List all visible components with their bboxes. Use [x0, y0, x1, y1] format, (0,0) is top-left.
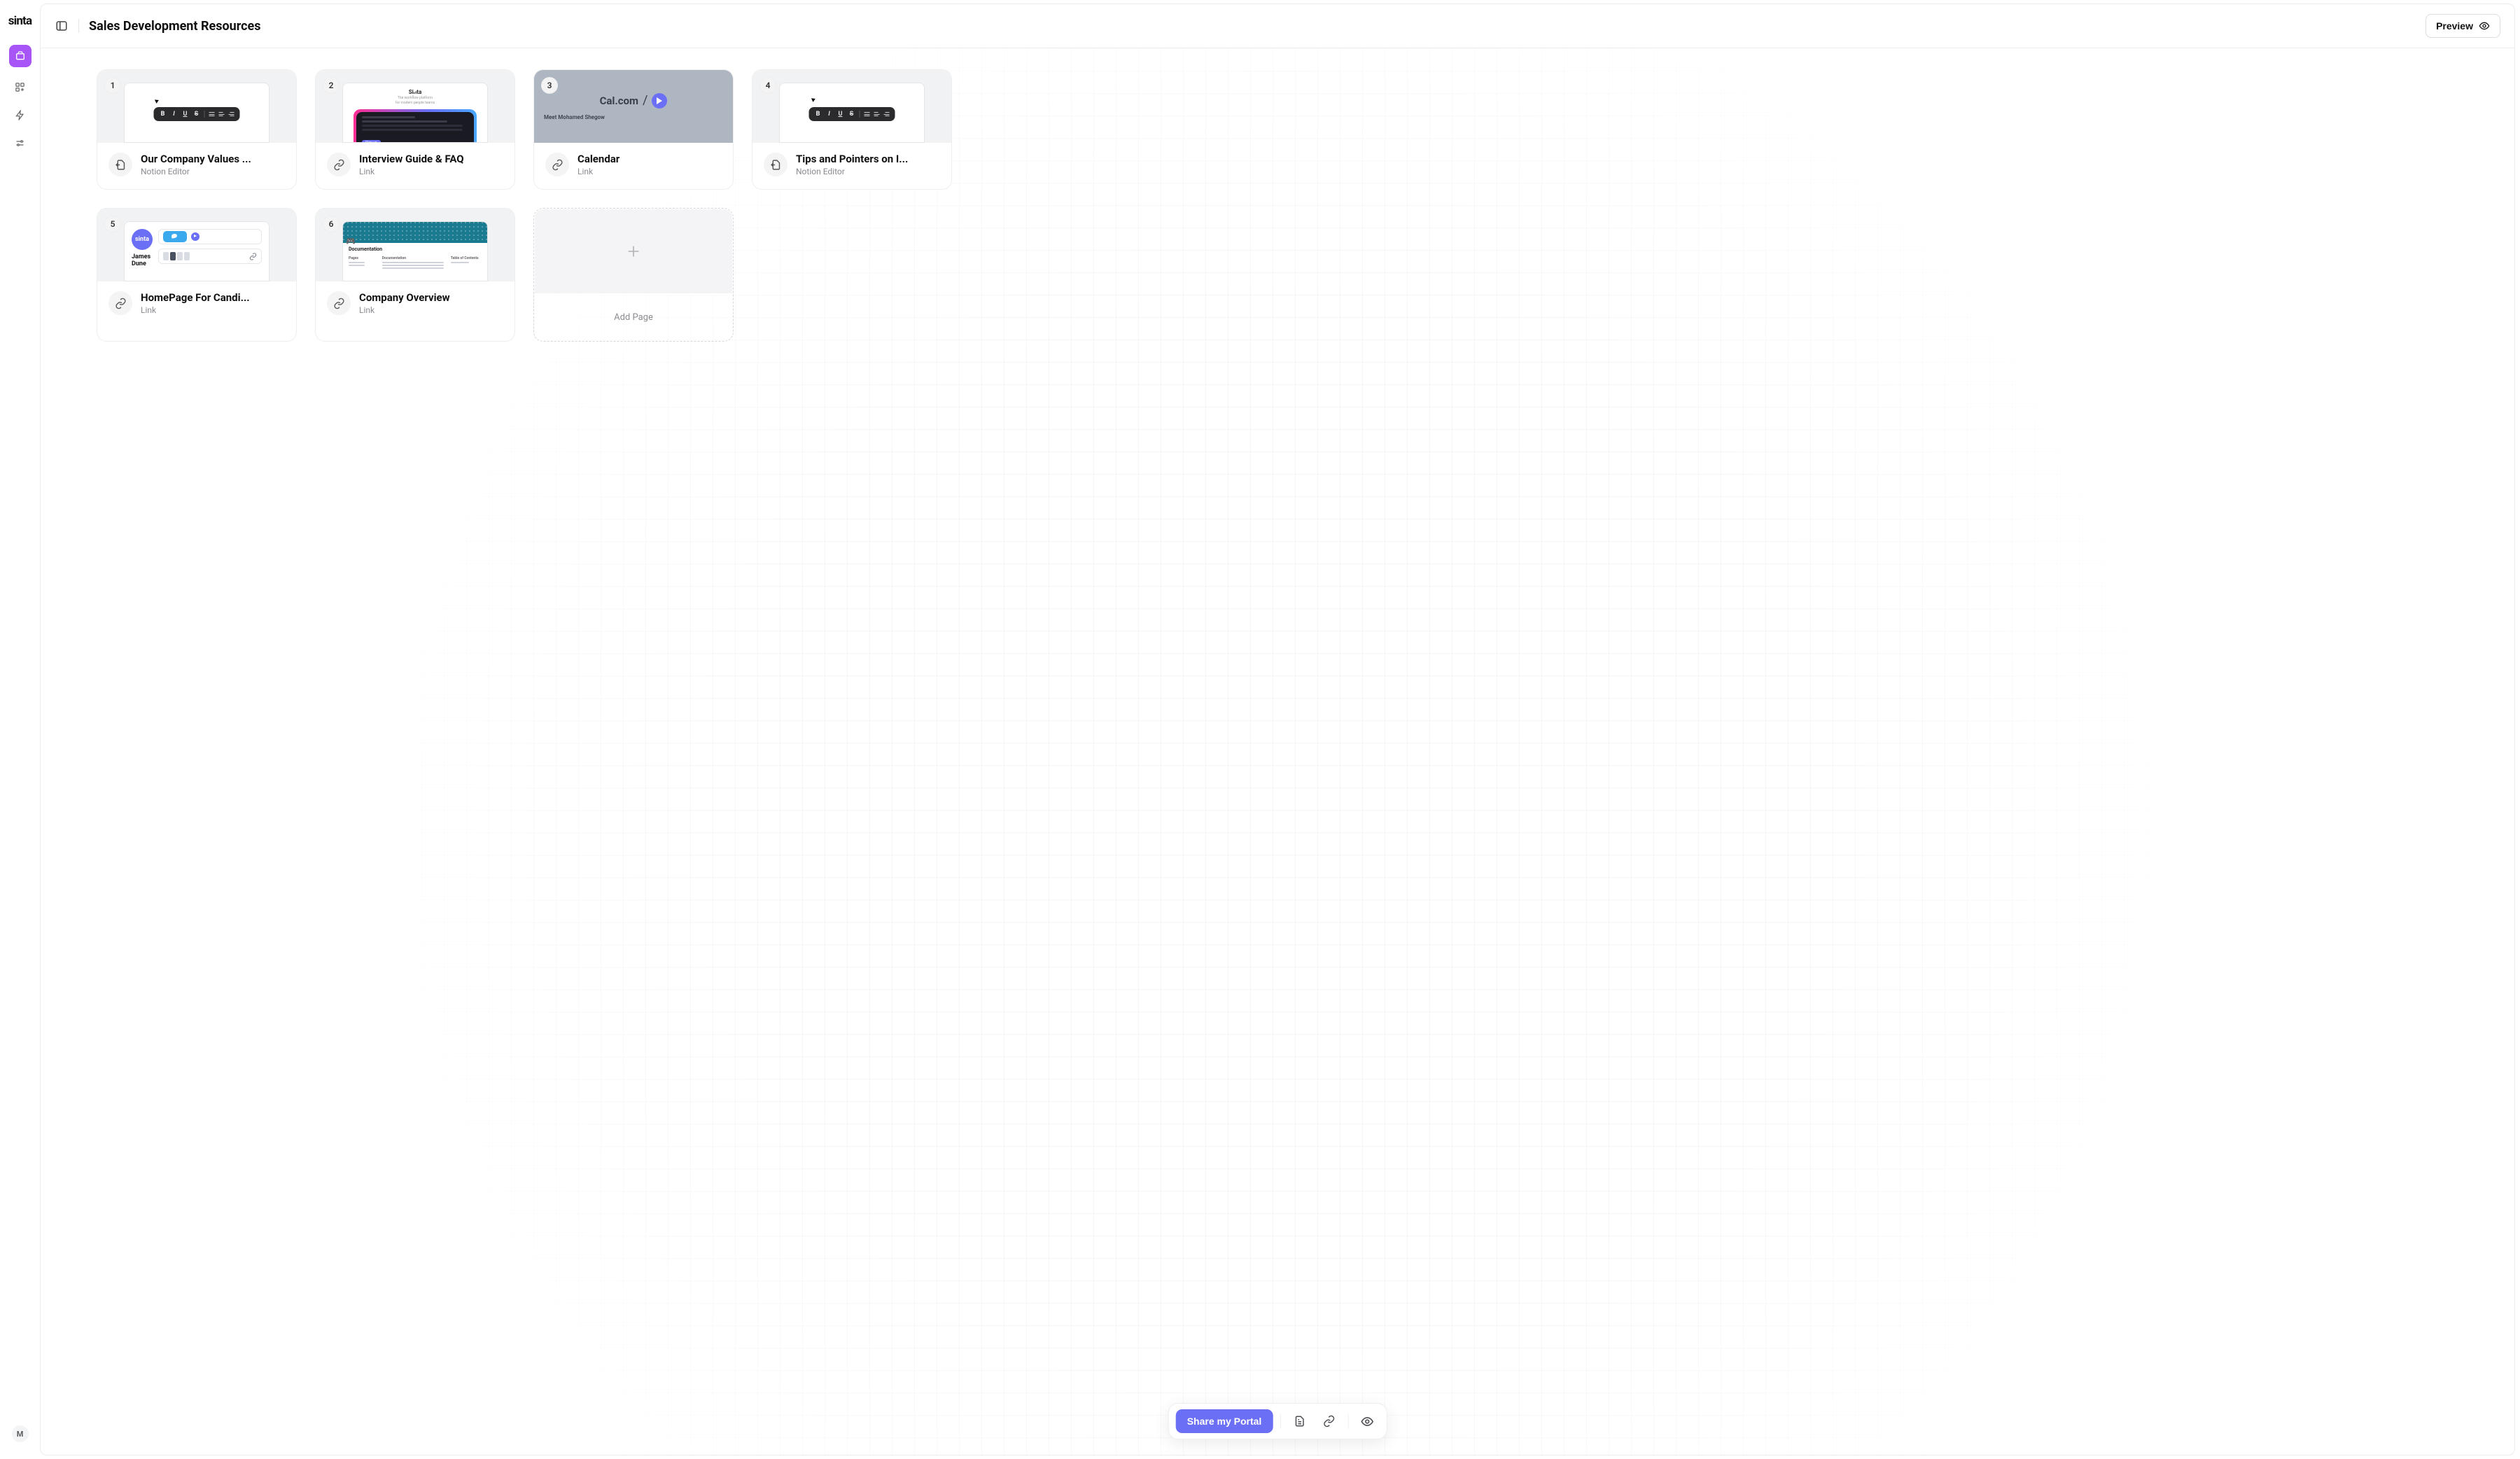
brand-logo: sinta [8, 14, 32, 28]
file-icon [108, 153, 132, 176]
gamepad-icon: 🎮 [346, 237, 356, 246]
card-thumbnail: Sinta The workflow platform for modern p… [316, 70, 514, 143]
link-icon [327, 291, 351, 315]
play-icon [652, 93, 667, 109]
preview-button[interactable]: Preview [2426, 14, 2500, 38]
nav-apps-icon[interactable] [12, 78, 29, 95]
page-card[interactable]: 3 Cal.com / Meet Mohamed Shegow [533, 69, 734, 190]
divider [78, 19, 79, 33]
nav-settings-icon[interactable] [12, 134, 29, 151]
card-subtitle: Notion Editor [796, 167, 908, 176]
card-title: Our Company Values ... [141, 153, 251, 165]
user-avatar[interactable]: M [12, 1425, 29, 1442]
main-panel: Sales Development Resources Preview 1 BI… [40, 4, 2515, 1455]
card-number-badge: 2 [323, 77, 340, 94]
plus-icon [626, 244, 641, 259]
link-icon [327, 153, 351, 176]
left-rail: sinta M [0, 0, 40, 1459]
card-subtitle: Link [578, 167, 620, 176]
card-number-badge: 3 [541, 77, 558, 94]
card-subtitle: Notion Editor [141, 167, 251, 176]
card-subtitle: Link [359, 305, 450, 315]
cursor-icon [811, 97, 816, 102]
page-card[interactable]: 5 sinta JamesDune [97, 208, 297, 342]
page-card[interactable]: 6 🎮 Documentation Pages Documentation Ta… [315, 208, 515, 342]
card-thumbnail: BIUS [97, 70, 296, 143]
card-number-badge: 6 [323, 216, 340, 232]
share-portal-button[interactable]: Share my Portal [1176, 1409, 1273, 1433]
editor-toolbar-preview: BIUS [809, 107, 895, 121]
page-card[interactable]: 2 Sinta The workflow platform for modern… [315, 69, 515, 190]
preview-button-label: Preview [2436, 20, 2473, 32]
card-title: Calendar [578, 153, 620, 165]
nav-portal-icon[interactable] [9, 45, 31, 67]
cursor-icon [155, 98, 160, 104]
card-title: Tips and Pointers on I... [796, 153, 908, 165]
card-thumbnail: BIUS [752, 70, 951, 143]
page-card[interactable]: 4 BIUS [752, 69, 952, 190]
cards-grid: 1 BIUS [55, 69, 2500, 342]
link-icon[interactable] [1317, 1409, 1340, 1433]
card-subtitle: Link [141, 305, 250, 315]
link-icon [545, 153, 569, 176]
link-icon [249, 253, 257, 260]
header: Sales Development Resources Preview [41, 4, 2514, 48]
add-page-label: Add Page [534, 294, 733, 341]
file-icon [764, 153, 788, 176]
card-title: Interview Guide & FAQ [359, 153, 464, 165]
preview-eye-icon[interactable] [1355, 1409, 1379, 1433]
card-thumbnail: Cal.com / Meet Mohamed Shegow [534, 70, 733, 143]
document-icon[interactable] [1287, 1409, 1311, 1433]
avatar-icon: sinta [132, 229, 153, 250]
card-number-badge: 1 [104, 77, 121, 94]
play-icon [191, 232, 200, 241]
eye-icon [2479, 20, 2490, 32]
page-card[interactable]: 1 BIUS [97, 69, 297, 190]
editor-toolbar-preview: BIUS [154, 107, 240, 121]
card-title: Company Overview [359, 291, 450, 304]
bottom-dock: Share my Portal [1168, 1403, 1387, 1439]
nav-automation-icon[interactable] [12, 106, 29, 123]
card-number-badge: 5 [104, 216, 121, 232]
page-title: Sales Development Resources [89, 19, 260, 34]
twitter-icon [163, 231, 187, 242]
sidebar-toggle-icon[interactable] [55, 19, 69, 33]
card-title: HomePage For Candi... [141, 291, 250, 304]
card-subtitle: Link [359, 167, 464, 176]
link-icon [108, 291, 132, 315]
card-thumbnail: sinta JamesDune [97, 209, 296, 281]
card-number-badge: 4 [760, 77, 776, 94]
canvas: 1 BIUS [41, 48, 2514, 1455]
card-thumbnail: 🎮 Documentation Pages Documentation Tabl… [316, 209, 514, 281]
add-page-button[interactable]: Add Page [533, 208, 734, 342]
